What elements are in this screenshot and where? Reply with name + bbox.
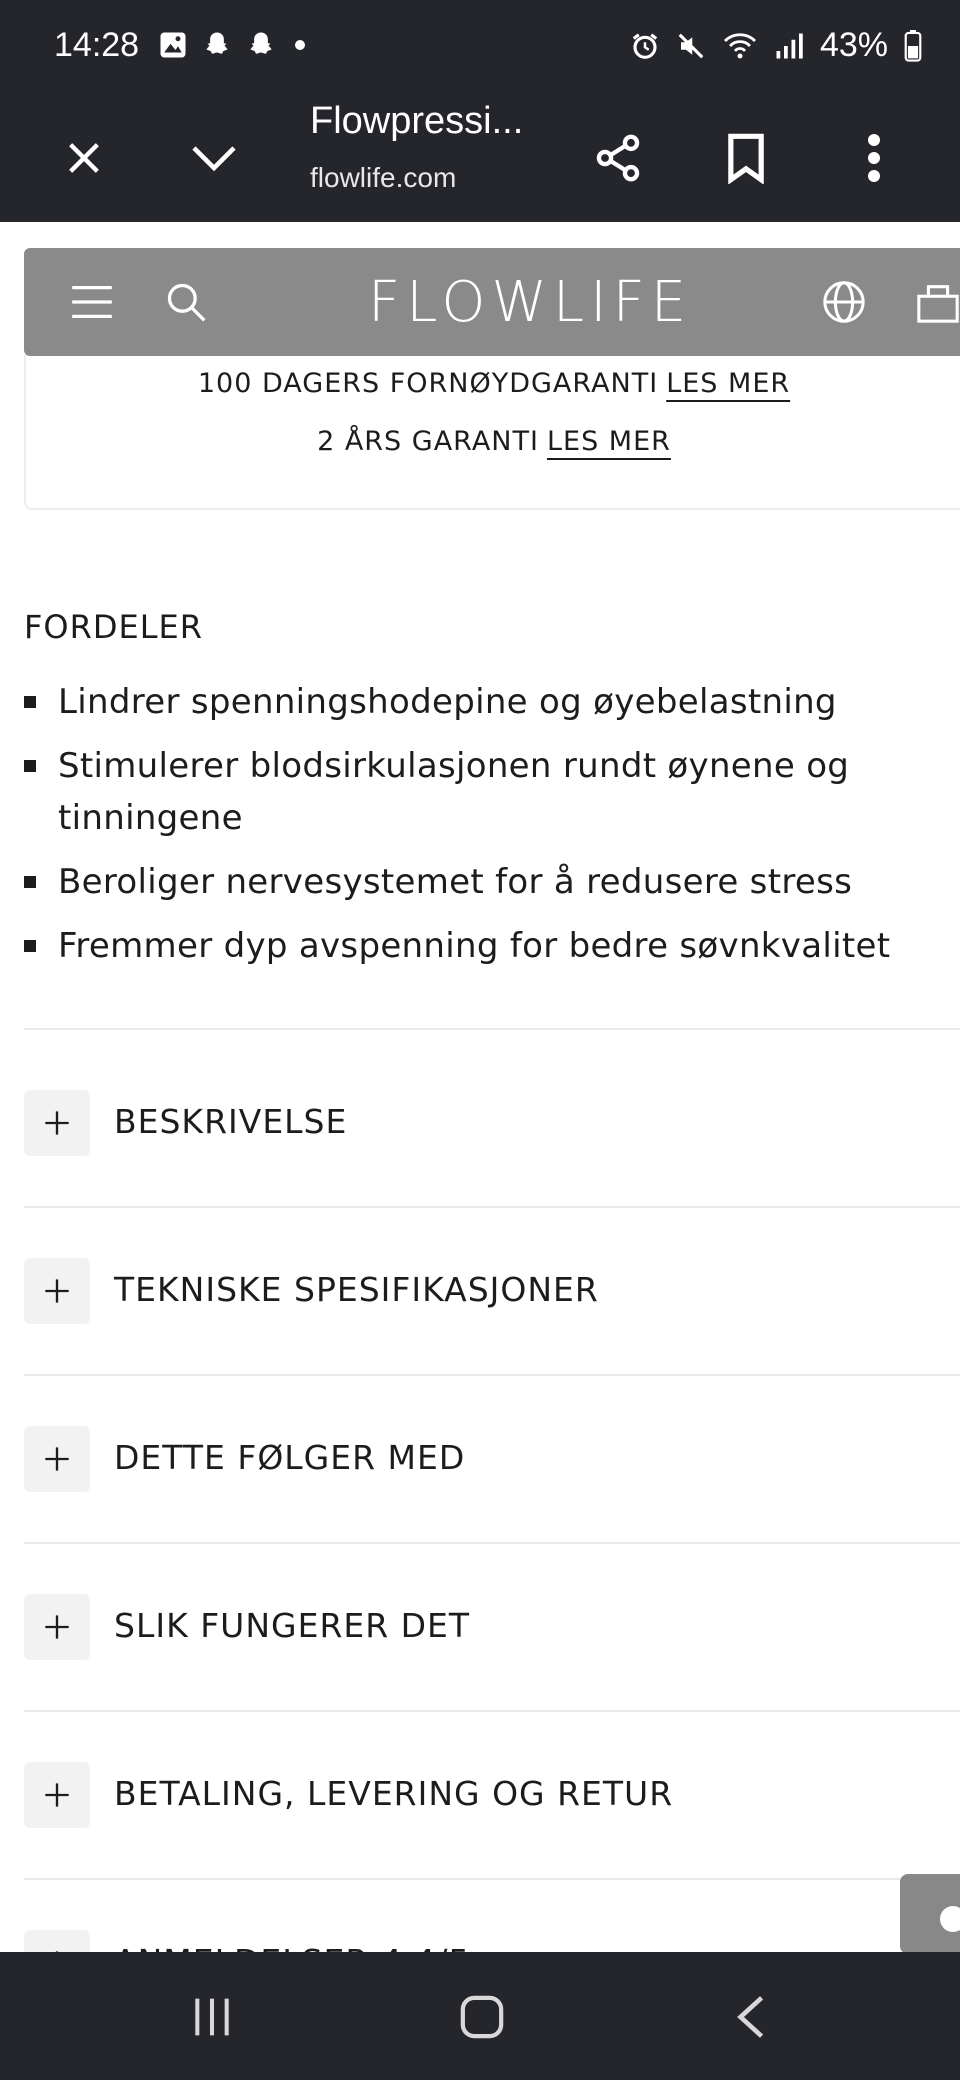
menu-button[interactable] — [66, 276, 118, 328]
plus-icon — [45, 1279, 69, 1303]
battery-percentage: 43% — [819, 26, 888, 64]
gallery-icon — [160, 32, 186, 58]
back-button[interactable] — [712, 1982, 792, 2052]
accordion-how-it-works[interactable]: SLIK FUNGERER DET — [24, 1594, 960, 1664]
status-time: 14:28 — [54, 26, 140, 64]
more-options-button[interactable] — [834, 118, 914, 198]
accordion-label[interactable]: SLIK FUNGERER DET — [114, 1606, 470, 1645]
expand-button[interactable] — [24, 1426, 90, 1492]
site-header: FLOWLIFE — [24, 248, 960, 356]
warranty-text: 2 ÅRS GARANTI — [317, 426, 539, 457]
accordion-label[interactable]: DETTE FØLGER MED — [114, 1438, 465, 1477]
close-tab-button[interactable] — [44, 118, 124, 198]
bookmark-icon — [728, 133, 764, 184]
chat-icon — [940, 1906, 960, 1932]
close-icon — [69, 143, 99, 173]
benefit-item: Stimulerer blodsirkulasjonen rundt øynen… — [24, 740, 924, 844]
benefit-text: Beroliger nervesystemet for å redusere s… — [58, 862, 853, 902]
home-button[interactable] — [442, 1982, 522, 2052]
divider — [24, 1028, 960, 1030]
accordion-description[interactable]: BESKRIVELSE — [24, 1090, 960, 1160]
cart-button[interactable] — [912, 276, 960, 328]
bullet-icon — [24, 696, 36, 708]
battery-icon — [904, 29, 922, 62]
chevron-down-icon — [192, 146, 236, 172]
warranty-guarantee: 2 ÅRS GARANTI LES MER — [26, 426, 960, 457]
expand-button[interactable] — [24, 1594, 90, 1660]
alarm-icon — [632, 33, 658, 59]
divider — [24, 1542, 960, 1544]
bookmark-button[interactable] — [706, 118, 786, 198]
globe-icon — [823, 281, 865, 323]
bullet-icon — [24, 760, 36, 772]
plus-icon — [45, 1111, 69, 1135]
recent-apps-button[interactable] — [172, 1982, 252, 2052]
status-right-group: 43% — [630, 26, 922, 65]
benefit-text: Stimulerer blodsirkulasjonen rundt øynen… — [58, 746, 850, 838]
plus-icon — [45, 1615, 69, 1639]
cart-icon — [917, 285, 959, 323]
share-button[interactable] — [578, 118, 658, 198]
hamburger-icon — [72, 285, 112, 319]
benefit-text: Lindrer spenningshodepine og øyebelastni… — [58, 682, 837, 722]
snapchat-icon — [250, 32, 272, 54]
minimize-button[interactable] — [174, 118, 254, 198]
satisfaction-guarantee-text: 100 DAGERS FORNØYDGARANTI — [197, 368, 659, 399]
accordion-label[interactable]: BESKRIVELSE — [114, 1102, 347, 1141]
snapchat-icon — [206, 32, 228, 54]
benefits-title: FORDELER — [24, 608, 203, 646]
language-button[interactable] — [818, 276, 870, 328]
expand-button[interactable] — [24, 1762, 90, 1828]
tab-title: Flowpressi... — [310, 100, 524, 142]
recent-apps-icon — [195, 1998, 229, 2036]
expand-button[interactable] — [24, 1258, 90, 1324]
divider — [24, 1710, 960, 1712]
accordion-payment-delivery[interactable]: BETALING, LEVERING OG RETUR — [24, 1762, 960, 1832]
wifi-icon — [723, 33, 756, 58]
status-notification-icons — [158, 30, 310, 60]
benefit-text: Fremmer dyp avspenning for bedre søvnkva… — [58, 926, 891, 966]
dot-icon — [295, 40, 305, 50]
browser-toolbar: Flowpressi... flowlife.com — [0, 96, 960, 222]
benefit-item: Beroliger nervesystemet for å redusere s… — [24, 856, 924, 908]
divider — [24, 1206, 960, 1208]
benefit-item: Lindrer spenningshodepine og øyebelastni… — [24, 676, 924, 728]
warranty-read-more-link[interactable]: LES MER — [547, 426, 671, 457]
system-navigation-bar — [0, 1952, 960, 2080]
accordion-technical-specs[interactable]: TEKNISKE SPESIFIKASJONER — [24, 1258, 960, 1328]
benefits-list: Lindrer spenningshodepine og øyebelastni… — [24, 676, 924, 984]
site-logo[interactable]: FLOWLIFE — [368, 270, 692, 335]
accordion-label[interactable]: TEKNISKE SPESIFIKASJONER — [114, 1270, 599, 1309]
status-bar: 14:28 43% — [0, 0, 960, 96]
share-icon — [596, 134, 640, 182]
satisfaction-guarantee: 100 DAGERS FORNØYDGARANTI LES MER — [26, 368, 960, 399]
search-icon — [167, 283, 206, 322]
accordion-whats-included[interactable]: DETTE FØLGER MED — [24, 1426, 960, 1496]
home-icon — [460, 1995, 504, 2039]
tab-url[interactable]: flowlife.com — [310, 162, 456, 194]
divider — [24, 1878, 960, 1880]
expand-button[interactable] — [24, 1090, 90, 1156]
divider — [24, 1374, 960, 1376]
plus-icon — [45, 1783, 69, 1807]
signal-icon — [776, 33, 803, 58]
guarantee-box: 100 DAGERS FORNØYDGARANTI LES MER 2 ÅRS G… — [24, 354, 960, 510]
back-icon — [737, 1996, 764, 2038]
benefit-item: Fremmer dyp avspenning for bedre søvnkva… — [24, 920, 924, 972]
bullet-icon — [24, 876, 36, 888]
plus-icon — [45, 1447, 69, 1471]
search-button[interactable] — [160, 276, 212, 328]
satisfaction-read-more-link[interactable]: LES MER — [666, 368, 790, 399]
chat-widget-button[interactable] — [900, 1874, 960, 1954]
bullet-icon — [24, 940, 36, 952]
accordion-label[interactable]: BETALING, LEVERING OG RETUR — [114, 1774, 673, 1813]
mute-icon — [678, 33, 704, 58]
more-vertical-icon — [868, 134, 880, 182]
